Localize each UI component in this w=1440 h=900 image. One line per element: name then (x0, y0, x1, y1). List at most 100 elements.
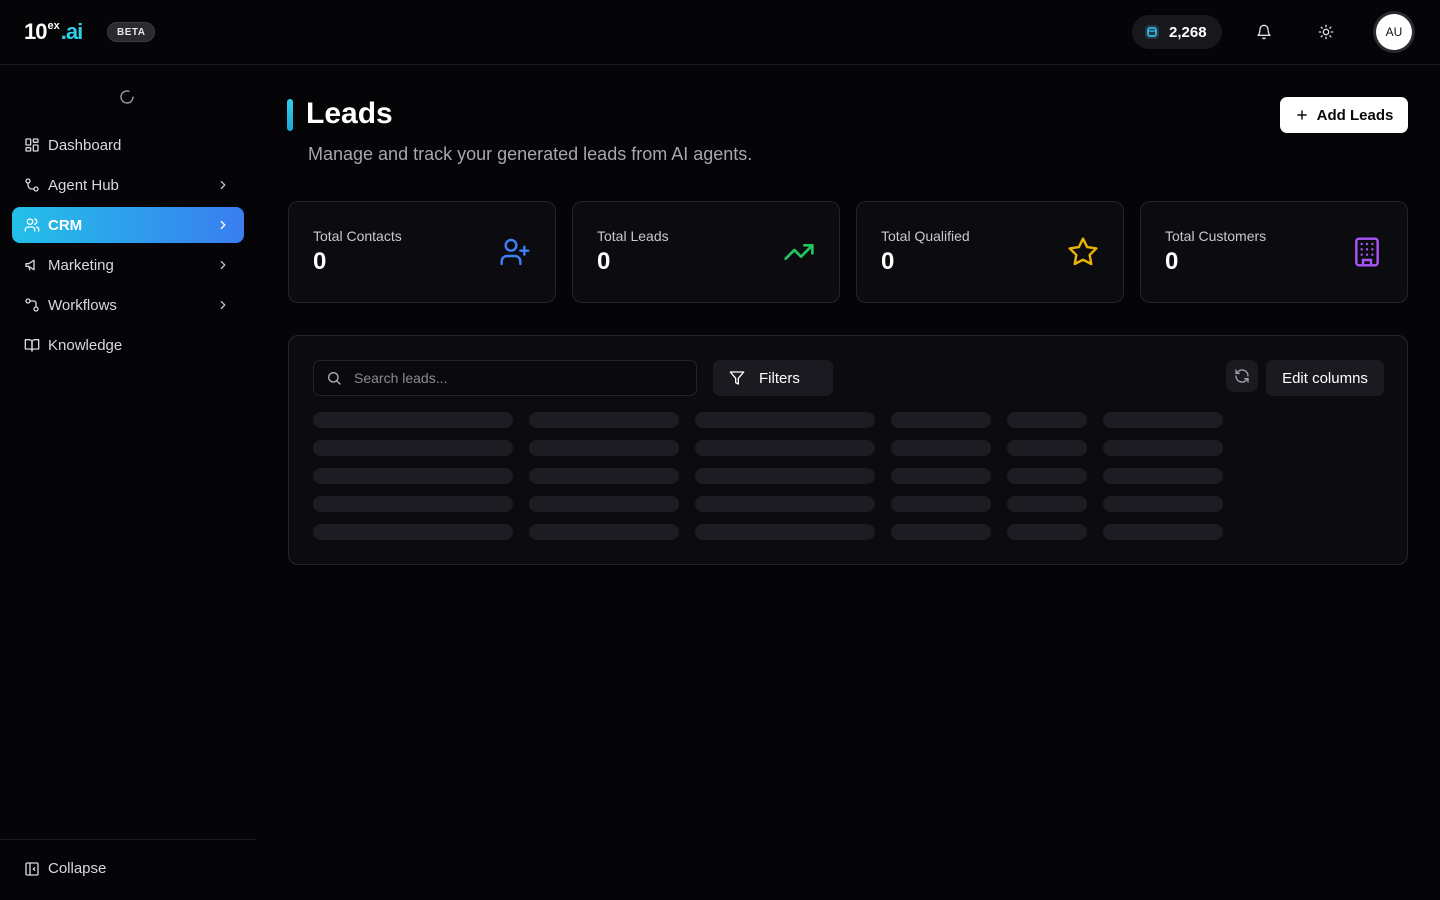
collapse-label: Collapse (48, 860, 107, 877)
skeleton-cell (313, 468, 513, 484)
sun-icon (1318, 24, 1334, 40)
dashboard-grid-icon (24, 137, 40, 153)
collapse-sidebar-button[interactable]: Collapse (24, 860, 106, 877)
megaphone-icon (24, 257, 40, 273)
coin-icon (1144, 24, 1160, 40)
refresh-icon (1234, 368, 1250, 384)
skeleton-cell (695, 440, 875, 456)
search-icon (326, 370, 342, 386)
chevron-right-icon (216, 258, 230, 272)
sidebar-item-crm[interactable]: CRM (12, 207, 244, 243)
filter-icon (729, 370, 745, 386)
skeleton-cell (1007, 412, 1087, 428)
skeleton-cell (695, 524, 875, 540)
skeleton-cell (1103, 524, 1223, 540)
skeleton-cell (891, 440, 991, 456)
loading-spinner-icon (119, 89, 135, 105)
logo-suffix: .ai (60, 19, 83, 44)
theme-toggle-button[interactable] (1310, 16, 1342, 48)
logo-main: 10 (24, 19, 48, 44)
credits-display[interactable]: 2,268 (1132, 15, 1222, 49)
skeleton-cell (313, 524, 513, 540)
stat-label: Total Contacts (313, 228, 402, 244)
skeleton-cell (529, 524, 679, 540)
page-title: Leads (306, 97, 393, 130)
sidebar-item-label: Knowledge (48, 336, 123, 354)
user-plus-icon (499, 236, 531, 268)
stat-label: Total Qualified (881, 228, 970, 244)
chevron-right-icon (216, 298, 230, 312)
user-avatar-button[interactable]: AU (1373, 11, 1415, 53)
trending-up-icon (783, 236, 815, 268)
stat-card-total-contacts: Total Contacts 0 (288, 201, 556, 303)
chevron-right-icon (216, 218, 230, 232)
stat-label: Total Leads (597, 228, 669, 244)
skeleton-cell (1007, 496, 1087, 512)
sidebar-item-label: Dashboard (48, 136, 122, 154)
sidebar-item-knowledge[interactable]: Knowledge (12, 327, 244, 363)
panel-left-icon (24, 861, 40, 877)
skeleton-cell (1103, 468, 1223, 484)
sidebar-item-dashboard[interactable]: Dashboard (12, 127, 244, 163)
sidebar: Dashboard Agent Hub CRM Marketing Workfl… (0, 65, 256, 900)
refresh-button[interactable] (1226, 360, 1258, 392)
top-bar: 10 ex .ai BETA 2,268 AU (0, 0, 1440, 65)
sidebar-item-label: Agent Hub (48, 176, 119, 194)
search-input[interactable] (354, 370, 674, 386)
skeleton-cell (1007, 524, 1087, 540)
add-leads-button[interactable]: Add Leads (1280, 97, 1408, 133)
skeleton-cell (891, 524, 991, 540)
book-icon (24, 337, 40, 353)
sidebar-item-workflows[interactable]: Workflows (12, 287, 244, 323)
skeleton-cell (529, 412, 679, 428)
skeleton-cell (1007, 440, 1087, 456)
edit-columns-button[interactable]: Edit columns (1266, 360, 1384, 396)
skeleton-cell (891, 496, 991, 512)
skeleton-cell (529, 496, 679, 512)
stat-value: 0 (1165, 248, 1179, 275)
credits-value: 2,268 (1169, 23, 1207, 41)
beta-badge: BETA (107, 22, 156, 42)
skeleton-cell (695, 412, 875, 428)
filters-button[interactable]: Filters (713, 360, 833, 396)
bell-icon (1256, 24, 1272, 40)
leads-table-card: Filters Edit columns (288, 335, 1408, 565)
building-icon (1351, 236, 1383, 268)
skeleton-cell (313, 496, 513, 512)
stat-card-total-customers: Total Customers 0 (1140, 201, 1408, 303)
title-accent-bar (287, 99, 293, 131)
skeleton-cell (1103, 496, 1223, 512)
chevron-right-icon (216, 178, 230, 192)
stat-value: 0 (313, 248, 327, 275)
skeleton-cell (313, 440, 513, 456)
stat-card-total-leads: Total Leads 0 (572, 201, 840, 303)
search-box[interactable] (313, 360, 697, 396)
sidebar-item-marketing[interactable]: Marketing (12, 247, 244, 283)
skeleton-cell (695, 468, 875, 484)
agent-hub-icon (24, 177, 40, 193)
notifications-button[interactable] (1248, 16, 1280, 48)
avatar-initials: AU (1376, 14, 1412, 50)
skeleton-cell (529, 440, 679, 456)
skeleton-cell (891, 412, 991, 428)
skeleton-cell (1103, 440, 1223, 456)
users-icon (24, 217, 40, 233)
stat-value: 0 (881, 248, 895, 275)
star-icon (1067, 236, 1099, 268)
skeleton-cell (891, 468, 991, 484)
sidebar-divider (0, 839, 256, 840)
skeleton-cell (1103, 412, 1223, 428)
stat-label: Total Customers (1165, 228, 1267, 244)
filters-label: Filters (759, 369, 800, 387)
logo-superscript: ex (47, 20, 60, 32)
plus-icon (1295, 108, 1309, 122)
sidebar-item-agent-hub[interactable]: Agent Hub (12, 167, 244, 203)
sidebar-item-label: Marketing (48, 256, 114, 274)
skeleton-cell (1007, 468, 1087, 484)
add-leads-label: Add Leads (1316, 106, 1394, 124)
workflow-icon (24, 297, 40, 313)
skeleton-cell (695, 496, 875, 512)
app-logo[interactable]: 10 ex .ai (24, 19, 83, 45)
sidebar-item-label: Workflows (48, 296, 117, 314)
skeleton-cell (529, 468, 679, 484)
